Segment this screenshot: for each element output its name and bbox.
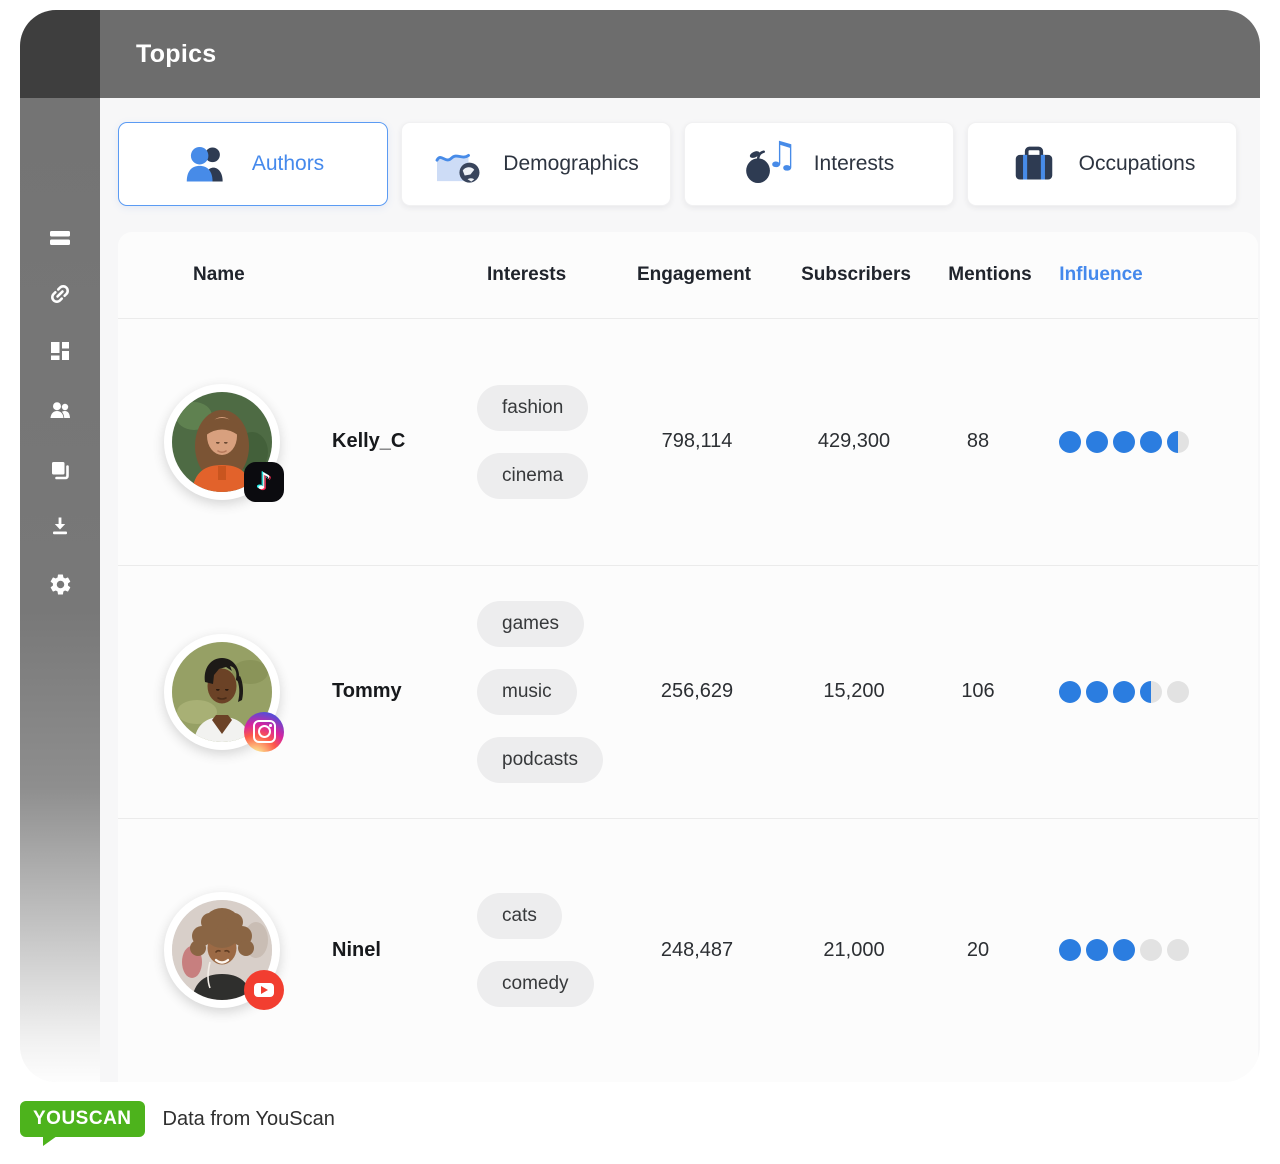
interest-tags: fashion cinema xyxy=(477,318,588,565)
page-title: Topics xyxy=(136,40,217,69)
influence-rating xyxy=(1059,818,1189,1082)
influence-dot xyxy=(1059,431,1081,453)
tab-authors-label: Authors xyxy=(252,152,324,176)
influence-dot xyxy=(1113,431,1135,453)
tab-demographics[interactable]: Demographics xyxy=(401,122,671,206)
interest-tag: fashion xyxy=(477,385,588,431)
influence-dot xyxy=(1167,431,1189,453)
mentions-value: 106 xyxy=(898,565,1058,818)
sidebar xyxy=(20,98,100,1082)
avatar xyxy=(164,892,280,1008)
interest-tag: cats xyxy=(477,893,562,939)
tab-interests[interactable]: ♫ Interests xyxy=(684,122,954,206)
tab-authors[interactable]: Authors xyxy=(118,122,388,206)
column-header-name[interactable]: Name xyxy=(193,232,245,318)
interest-tag: cinema xyxy=(477,453,588,499)
influence-rating xyxy=(1059,318,1189,565)
table-header: Name Interests Engagement Subscribers Me… xyxy=(118,232,1258,319)
settings-icon[interactable] xyxy=(47,571,73,597)
influence-dot xyxy=(1140,431,1162,453)
avatar xyxy=(164,634,280,750)
download-icon[interactable] xyxy=(47,513,73,539)
interest-tag: comedy xyxy=(477,961,594,1007)
dashboard-icon[interactable] xyxy=(47,338,73,364)
influence-dot xyxy=(1059,939,1081,961)
author-name: Ninel xyxy=(332,818,381,1082)
authors-people-icon xyxy=(182,142,232,186)
influence-dot xyxy=(1113,939,1135,961)
influence-dot xyxy=(1086,431,1108,453)
table-row[interactable]: Ninel cats comedy 248,487 21,000 20 xyxy=(118,818,1258,1082)
app-frame: Topics xyxy=(20,10,1260,1082)
column-header-engagement[interactable]: Engagement xyxy=(614,232,774,318)
influence-dot xyxy=(1113,681,1135,703)
influence-rating xyxy=(1059,565,1189,818)
engagement-value: 248,487 xyxy=(617,818,777,1082)
table-row[interactable]: ♪ Kelly_C fashion cinema 798,114 429,300… xyxy=(118,318,1258,566)
influence-dot xyxy=(1086,939,1108,961)
author-name: Tommy xyxy=(332,565,402,818)
main-content: Authors Demographics xyxy=(100,98,1260,1082)
briefcase-icon xyxy=(1009,142,1059,186)
influence-dot xyxy=(1167,681,1189,703)
sidebar-header-block xyxy=(20,10,100,98)
tiktok-icon: ♪ xyxy=(244,462,284,502)
tab-bar: Authors Demographics xyxy=(118,122,1237,206)
author-name: Kelly_C xyxy=(332,318,405,565)
people-icon[interactable] xyxy=(47,397,73,423)
tab-demographics-label: Demographics xyxy=(503,152,638,176)
interest-tag: music xyxy=(477,669,577,715)
link-icon[interactable] xyxy=(47,281,73,307)
engagement-value: 256,629 xyxy=(617,565,777,818)
influence-dot xyxy=(1140,681,1162,703)
copy-icon[interactable] xyxy=(47,457,73,483)
area-chart-globe-icon xyxy=(433,142,483,186)
tab-occupations-label: Occupations xyxy=(1079,152,1196,176)
mentions-value: 88 xyxy=(898,318,1058,565)
tab-occupations[interactable]: Occupations xyxy=(967,122,1237,206)
influence-dot xyxy=(1140,939,1162,961)
instagram-icon xyxy=(244,712,284,752)
footer: YOUSCAN Data from YouScan xyxy=(20,1101,335,1137)
interest-tag: podcasts xyxy=(477,737,603,783)
column-header-interests[interactable]: Interests xyxy=(487,232,566,318)
youtube-icon xyxy=(244,970,284,1010)
influence-dot xyxy=(1167,939,1189,961)
topbar: Topics xyxy=(100,10,1260,98)
youscan-logo: YOUSCAN xyxy=(20,1101,145,1137)
influence-dot xyxy=(1059,681,1081,703)
footer-caption: Data from YouScan xyxy=(163,1108,335,1131)
authors-table: Name Interests Engagement Subscribers Me… xyxy=(118,232,1258,1082)
avatar: ♪ xyxy=(164,384,280,500)
table-row[interactable]: Tommy games music podcasts 256,629 15,20… xyxy=(118,565,1258,819)
apple-music-note-icon: ♫ xyxy=(744,142,794,186)
menu-icon[interactable] xyxy=(47,225,73,251)
engagement-value: 798,114 xyxy=(617,318,777,565)
interest-tags: games music podcasts xyxy=(477,565,603,818)
interest-tags: cats comedy xyxy=(477,818,594,1082)
influence-dot xyxy=(1086,681,1108,703)
tab-interests-label: Interests xyxy=(814,152,895,176)
music-note-glyph: ♫ xyxy=(765,138,797,174)
interest-tag: games xyxy=(477,601,584,647)
mentions-value: 20 xyxy=(898,818,1058,1082)
column-header-influence[interactable]: Influence xyxy=(1021,232,1181,318)
